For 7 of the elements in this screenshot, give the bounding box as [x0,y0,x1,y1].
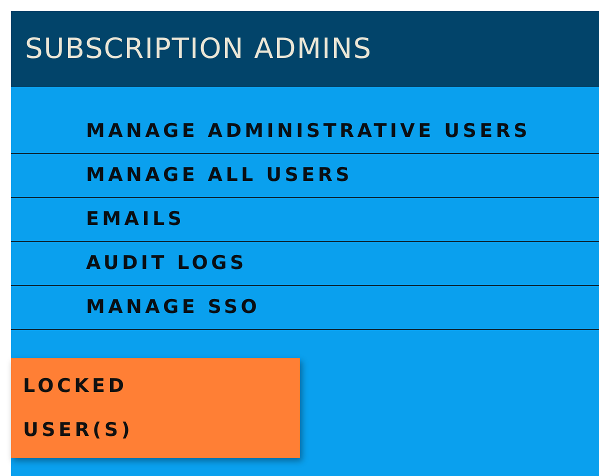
menu-link[interactable]: MANAGE SSO [86,293,260,322]
menu-link[interactable]: MANAGE ALL USERS [86,161,353,190]
locked-users-button[interactable]: LOCKED USER(S) [11,358,300,458]
panel-title: SUBSCRIPTION ADMINS [25,35,372,63]
menu-link[interactable]: EMAILS [86,205,185,234]
menu-link[interactable]: AUDIT LOGS [86,249,247,278]
menu-link[interactable]: MANAGE ADMINISTRATIVE USERS [86,117,530,146]
